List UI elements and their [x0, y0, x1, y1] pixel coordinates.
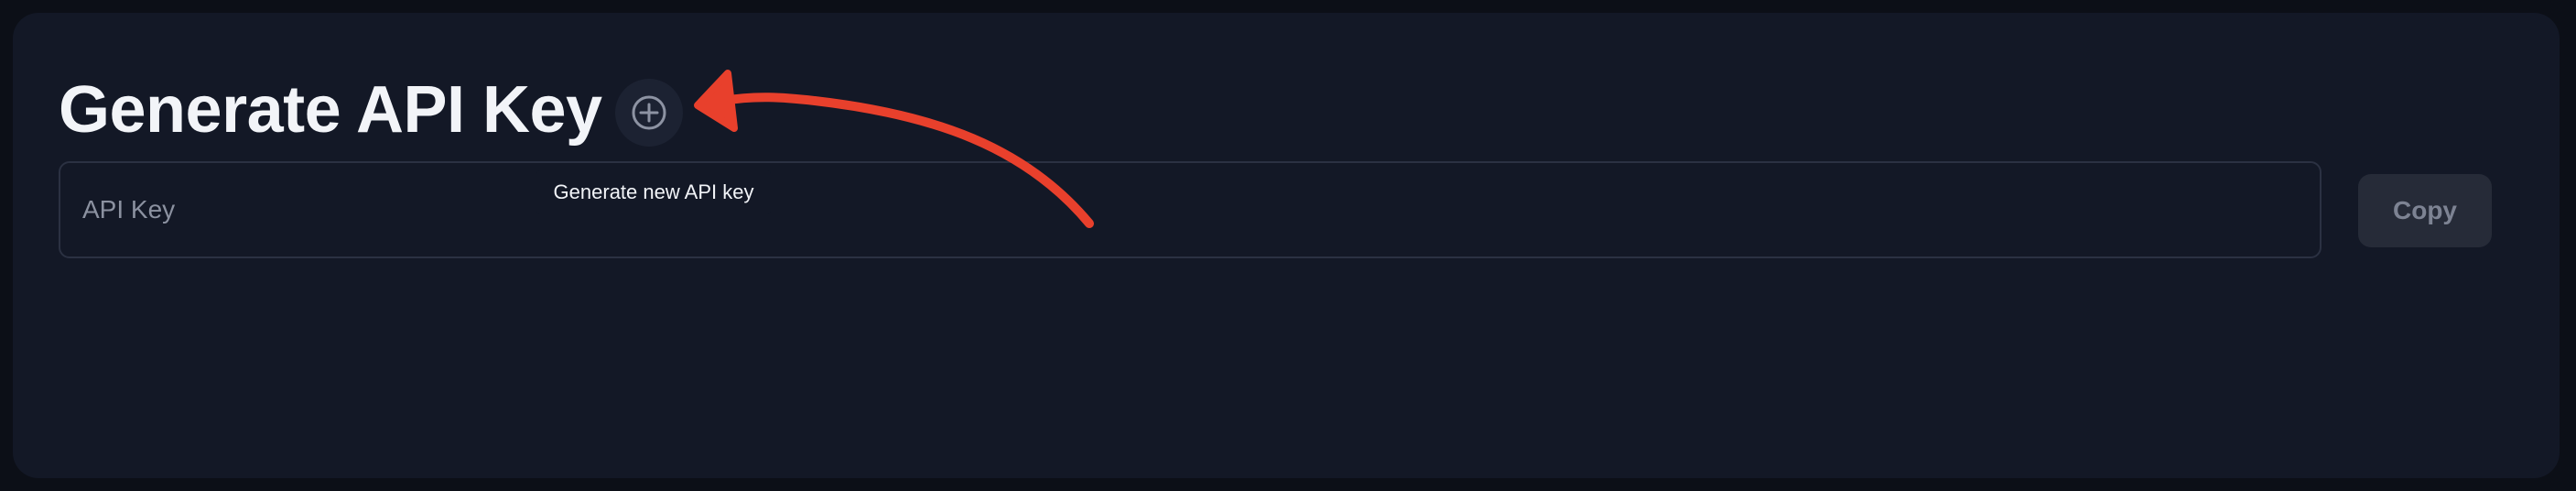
copy-button[interactable]: Copy	[2358, 174, 2492, 247]
page-title: Generate API Key	[59, 73, 602, 147]
plus-circle-icon	[632, 95, 666, 130]
generate-api-key-button[interactable]	[615, 79, 683, 147]
api-key-input[interactable]	[59, 161, 2322, 258]
generate-tooltip: Generate new API key	[536, 170, 771, 214]
